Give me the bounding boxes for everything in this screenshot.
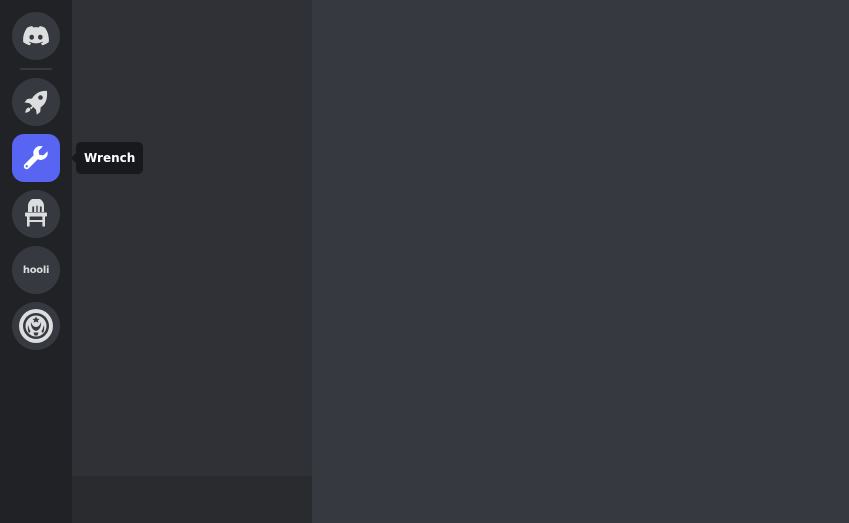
server-wrench[interactable] xyxy=(12,134,60,182)
tooltip-label: Wrench xyxy=(84,151,136,165)
starbucks-logo-icon xyxy=(18,308,54,344)
server-rocket[interactable] xyxy=(12,78,60,126)
discord-app: hooli Wrench xyxy=(0,0,849,523)
server-rail: hooli xyxy=(0,0,72,523)
server-tooltip: Wrench xyxy=(71,142,144,174)
user-panel xyxy=(72,476,312,523)
channel-sidebar xyxy=(72,0,312,476)
rail-separator xyxy=(20,68,52,70)
server-hooli[interactable]: hooli xyxy=(12,246,60,294)
server-chair[interactable] xyxy=(12,190,60,238)
hooli-logo-icon: hooli xyxy=(22,264,50,276)
tooltip-arrow xyxy=(71,153,76,163)
wrench-icon xyxy=(21,143,51,173)
main-chat-area xyxy=(312,0,849,523)
discord-logo-icon xyxy=(23,26,49,46)
chair-icon xyxy=(22,199,50,229)
server-starbucks[interactable] xyxy=(12,302,60,350)
home-button[interactable] xyxy=(12,12,60,60)
rocket-icon xyxy=(21,87,51,117)
